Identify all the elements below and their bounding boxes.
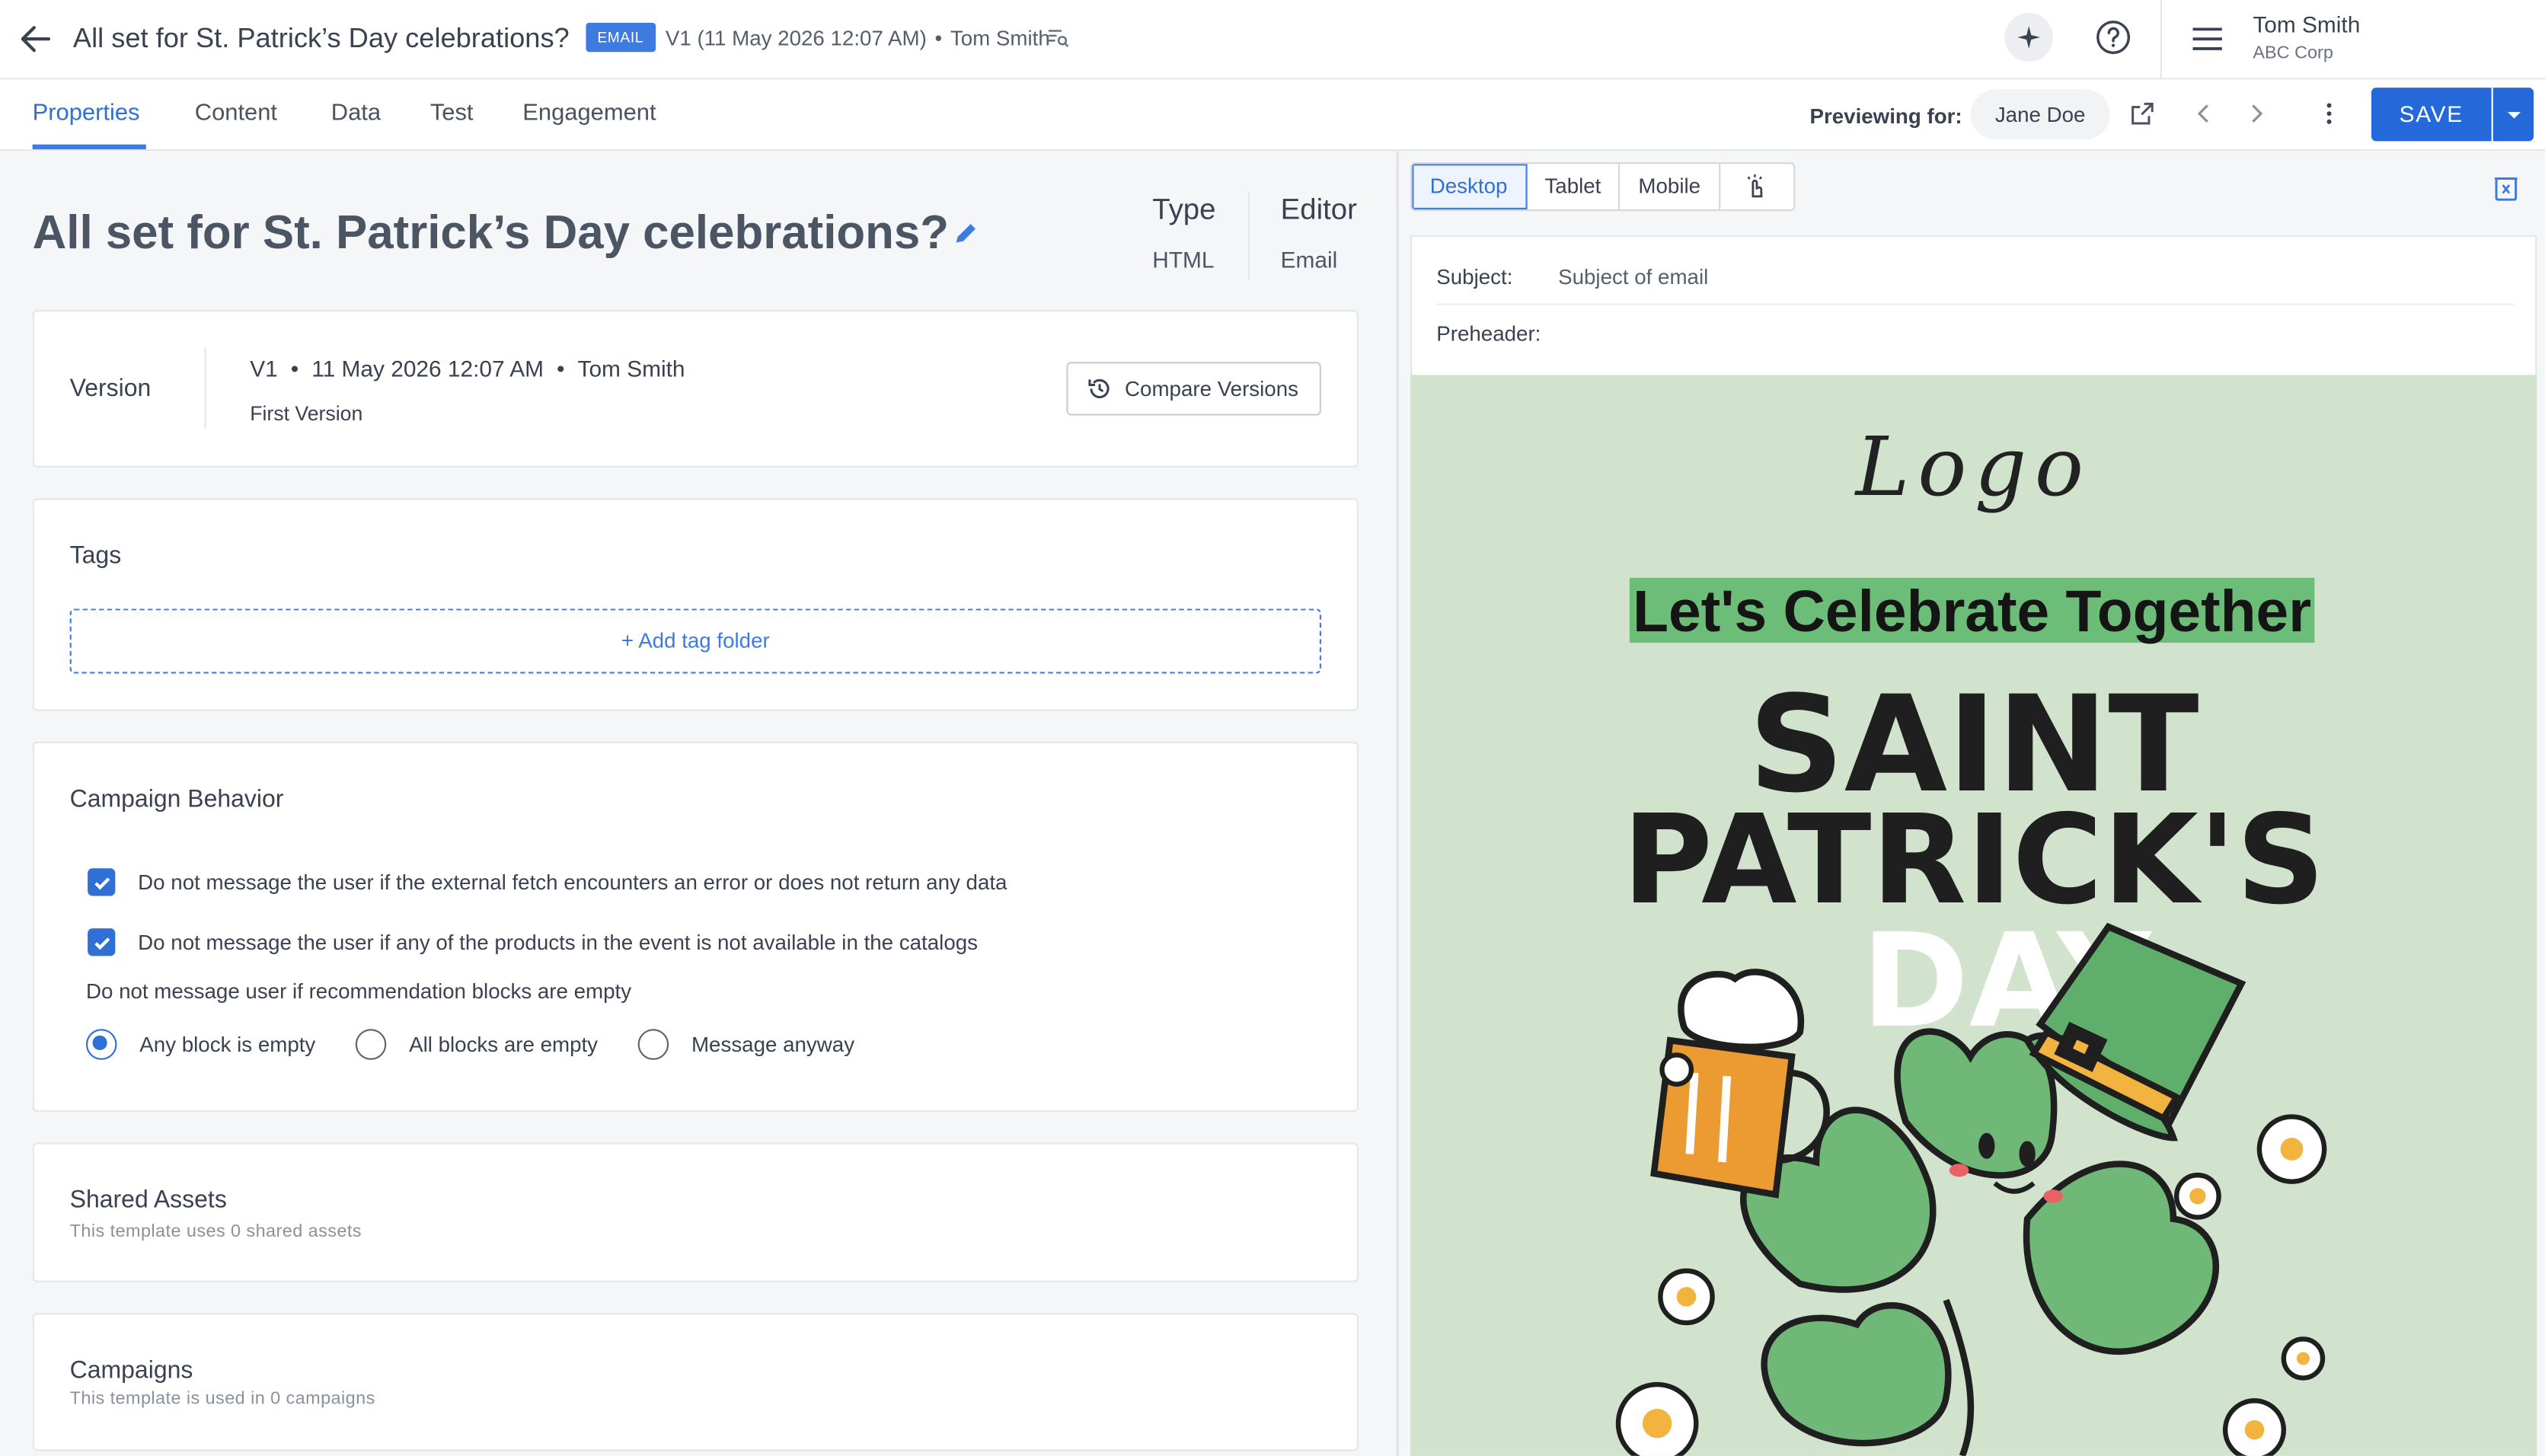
active-tab-indicator — [32, 144, 146, 150]
shared-assets-card: Shared Assets This template uses 0 share… — [32, 1142, 1359, 1282]
tab-engagement[interactable]: Engagement — [522, 101, 656, 126]
header-divider — [1436, 303, 2515, 305]
caret-down-icon — [2506, 110, 2520, 118]
subject-value: Subject of email — [1558, 264, 1709, 289]
arrow-left-icon[interactable] — [16, 20, 55, 59]
email-preview-canvas: Logo Let's Celebrate Together SAINT PATR… — [1410, 375, 2537, 1456]
checkbox-product-unavailable[interactable] — [88, 928, 116, 956]
app-root: All set for St. Patrick’s Day celebratio… — [0, 0, 2545, 1456]
tab-bar: Properties Content Data Test Engagement … — [0, 79, 2545, 152]
meta-divider — [1248, 191, 1250, 279]
version-meta-author: Tom Smith — [950, 26, 1050, 51]
device-desktop[interactable]: Desktop — [1412, 164, 1527, 209]
hamburger-menu-icon[interactable] — [2188, 20, 2227, 59]
device-interactive[interactable] — [1720, 164, 1793, 209]
preview-user-selector[interactable]: Jane Doe — [1970, 89, 2110, 140]
radio-message-anyway-label: Message anyway — [691, 1032, 855, 1057]
checkbox-fetch-error[interactable] — [88, 868, 116, 896]
tab-data[interactable]: Data — [331, 101, 381, 126]
type-value: HTML — [1152, 246, 1215, 273]
compare-versions-button[interactable]: Compare Versions — [1066, 362, 1321, 416]
checkmark-icon — [94, 937, 110, 950]
add-tag-folder-button[interactable]: + Add tag folder — [69, 608, 1321, 674]
help-icon[interactable] — [2093, 18, 2132, 56]
shamrock-illustration — [1615, 922, 2327, 1456]
leprechaun-hat-icon — [2023, 922, 2246, 1141]
radio-message-anyway[interactable] — [637, 1029, 669, 1060]
document-title: All set for St. Patrick’s Day celebratio… — [72, 22, 570, 54]
sparkle-icon — [2017, 26, 2041, 49]
version-card: Version V1 • 11 May 2026 12:07 AM • Tom Smit… — [32, 310, 1359, 468]
version-divider — [204, 347, 206, 429]
version-date: 11 May 2026 12:07 AM — [311, 355, 544, 382]
pointer-hand-icon — [1747, 174, 1763, 198]
page-title: All set for St. Patrick’s Day celebratio… — [32, 207, 950, 260]
device-toggle: Desktop Tablet Mobile — [1410, 162, 1795, 212]
shared-assets-title: Shared Assets — [69, 1186, 227, 1215]
tags-card-title: Tags — [69, 541, 122, 570]
editor-label: Editor — [1280, 193, 1357, 226]
type-label: Type — [1152, 193, 1216, 226]
tab-content[interactable]: Content — [195, 101, 277, 126]
external-link-icon[interactable] — [2129, 101, 2155, 126]
more-options-icon[interactable] — [2316, 101, 2342, 126]
compare-versions-label: Compare Versions — [1125, 376, 1299, 401]
email-header: Subject: Subject of email Preheader: — [1410, 235, 2537, 375]
version-meta-version: V1 (11 May 2026 12:07 AM) — [665, 26, 927, 51]
radio-any-block-empty-label: Any block is empty — [139, 1032, 316, 1057]
separator-dot: • — [557, 355, 565, 382]
checkbox-fetch-error-label: Do not message the user if the external … — [138, 870, 1007, 895]
preheader-label: Preheader: — [1436, 321, 1541, 346]
previewing-for-label: Previewing for: — [1809, 104, 1962, 129]
user-name: Tom Smith — [2253, 11, 2361, 38]
chevron-right-icon[interactable] — [2243, 101, 2269, 126]
chevron-left-icon[interactable] — [2191, 101, 2217, 126]
device-mobile[interactable]: Mobile — [1621, 164, 1720, 209]
tab-properties[interactable]: Properties — [33, 101, 140, 126]
clear-preview-icon[interactable] — [2492, 174, 2521, 203]
list-search-icon[interactable] — [1047, 26, 1070, 49]
ai-assistant-button[interactable] — [2004, 13, 2054, 62]
device-tablet[interactable]: Tablet — [1527, 164, 1621, 209]
history-icon — [1088, 378, 1110, 398]
campaign-behavior-title: Campaign Behavior — [69, 785, 284, 813]
shared-assets-subtitle: This template uses 0 shared assets — [69, 1221, 362, 1242]
version-note: First Version — [250, 402, 363, 426]
pencil-icon[interactable] — [951, 219, 980, 248]
campaigns-card: Campaigns This template is used in 0 cam… — [32, 1313, 1359, 1451]
recommendation-rule-label: Do not message user if recommendation bl… — [85, 979, 632, 1004]
radio-any-block-empty[interactable] — [85, 1029, 117, 1060]
tab-test[interactable]: Test — [430, 101, 474, 126]
radio-all-blocks-empty-label: All blocks are empty — [409, 1032, 599, 1057]
version-line: V1 • 11 May 2026 12:07 AM • Tom Smith — [250, 356, 685, 382]
checkbox-product-unavailable-label: Do not message the user if any of the pr… — [138, 930, 979, 955]
editor-value: Email — [1280, 246, 1338, 273]
version-card-title: Version — [69, 375, 152, 403]
top-bar: All set for St. Patrick’s Day celebratio… — [0, 0, 2545, 80]
checkmark-icon — [94, 876, 110, 889]
version-number: V1 — [250, 355, 278, 382]
version-meta: V1 (11 May 2026 12:07 AM) • Tom Smith — [666, 26, 1050, 50]
subject-label: Subject: — [1436, 264, 1513, 289]
radio-all-blocks-empty[interactable] — [355, 1029, 387, 1060]
topbar-divider — [2160, 0, 2162, 80]
save-options-button[interactable] — [2492, 88, 2534, 142]
type-badge: EMAIL — [586, 22, 656, 53]
save-button[interactable]: SAVE — [2371, 88, 2492, 142]
campaigns-subtitle: This template is used in 0 campaigns — [69, 1389, 375, 1410]
separator-dot: • — [934, 26, 943, 51]
separator-dot: • — [290, 355, 299, 382]
campaign-behavior-card: Campaign Behavior Do not message the use… — [32, 742, 1359, 1112]
user-org: ABC Corp — [2253, 43, 2333, 64]
campaigns-title: Campaigns — [69, 1356, 193, 1385]
version-author: Tom Smith — [577, 355, 685, 382]
tags-card: Tags + Add tag folder — [32, 498, 1359, 711]
